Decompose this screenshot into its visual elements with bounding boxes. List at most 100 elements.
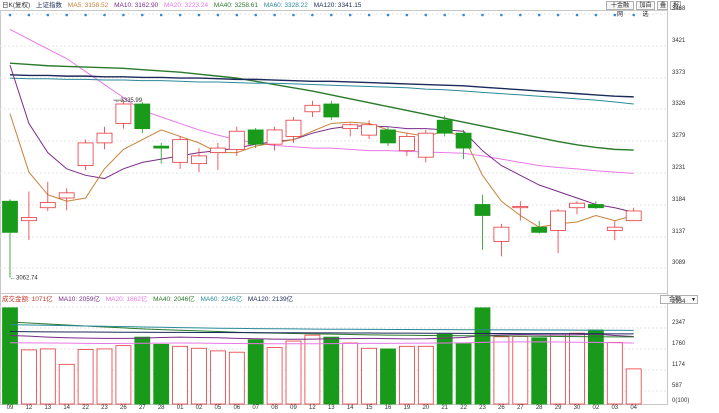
volume-amount-label: 成交金额: 1071亿	[2, 296, 53, 303]
date-label: 26	[498, 405, 505, 411]
event-dot	[27, 13, 31, 17]
date-label: 26	[120, 405, 127, 411]
event-dot	[556, 13, 560, 17]
candle-body	[588, 204, 604, 209]
price-legend: 日K(复权) 上证指数 MA5: 3158.52 MA10: 3162.90 M…	[2, 1, 365, 10]
legend-vol-ma120: MA120: 2139亿	[247, 296, 294, 303]
event-dot	[235, 13, 239, 17]
candle-body	[96, 132, 113, 144]
candle-body	[228, 130, 245, 150]
legend-vol-ma20: MA20: 1862亿	[105, 296, 148, 303]
event-dot	[273, 13, 276, 17]
candle-body	[606, 226, 623, 231]
event-dot	[46, 13, 50, 17]
event-dot	[159, 13, 163, 17]
candle-body	[474, 204, 491, 216]
event-dot	[462, 13, 465, 17]
date-label: 08	[271, 405, 278, 411]
volume-bar	[285, 340, 302, 405]
candle-body	[209, 147, 226, 154]
volume-bar	[247, 339, 264, 405]
candle-body	[191, 155, 207, 165]
date-label: 12	[309, 405, 316, 411]
volume-bar	[361, 347, 378, 405]
indicator-button[interactable]: 十金融网	[606, 1, 634, 18]
date-label: 09	[6, 405, 14, 411]
date-label: 27	[138, 405, 146, 411]
volume-bar	[323, 336, 340, 405]
candle-body	[115, 103, 132, 124]
legend-vol-ma10: MA10: 2059亿	[58, 296, 100, 303]
price-axis-label: 3137	[672, 229, 686, 235]
date-label: 13	[44, 405, 52, 411]
candle-body	[512, 206, 529, 209]
volume-bar	[209, 350, 226, 405]
candle-body	[398, 136, 415, 152]
kline-chart-canvas[interactable]: ←3335.99 ←3062.74	[0, 0, 719, 413]
date-label: 19	[403, 405, 411, 411]
volume-bar	[115, 345, 132, 405]
volume-legend: 成交金额: 1071亿 MA10: 2059亿 MA20: 1862亿 MA40…	[2, 295, 297, 304]
volume-bar	[455, 343, 472, 405]
date-label: 02	[592, 405, 600, 411]
date-label: 30	[573, 405, 581, 411]
volume-axis-label: 2347	[672, 320, 686, 326]
candle-body	[531, 226, 548, 233]
price-axis-label: 3231	[672, 165, 686, 171]
volume-bar	[228, 351, 245, 405]
volume-axis-label: 0(100)	[672, 398, 690, 404]
event-dot	[594, 13, 598, 17]
date-label: 28	[157, 405, 165, 411]
event-dot	[330, 13, 333, 17]
volume-bar	[172, 345, 189, 405]
date-label: 09	[290, 405, 297, 411]
event-dot	[197, 13, 201, 17]
candle-body	[550, 210, 566, 231]
event-dot	[613, 13, 617, 17]
volume-bars	[2, 307, 642, 405]
add-watchlist-button[interactable]: 加自选	[636, 1, 655, 18]
price-ma-lines	[9, 29, 634, 228]
volume-bar	[153, 343, 170, 405]
volume-bar	[588, 329, 604, 405]
date-label: 16	[384, 405, 392, 411]
event-dot	[254, 13, 257, 17]
event-dot	[292, 13, 295, 17]
volume-bar	[380, 348, 396, 405]
event-dot	[386, 13, 390, 17]
candle-body	[493, 226, 510, 242]
date-label: 21	[441, 405, 449, 411]
volume-bar	[304, 334, 321, 405]
volume-bar	[191, 347, 207, 405]
volume-bar	[77, 349, 94, 405]
volume-bar	[58, 363, 75, 405]
date-label: 27	[516, 405, 524, 411]
volume-bar	[569, 332, 585, 405]
volume-bar	[39, 348, 56, 405]
event-dot	[481, 13, 484, 17]
volume-axis-label: 587	[672, 383, 683, 389]
date-label: 23	[479, 405, 486, 411]
date-label: 03	[611, 405, 619, 411]
date-label: 20	[422, 405, 430, 411]
event-dot	[141, 13, 144, 17]
volume-bar	[606, 341, 623, 405]
date-label: 05	[214, 405, 222, 411]
event-dot	[216, 13, 220, 17]
candle-body	[153, 145, 170, 149]
volume-axis-label: 2934	[672, 299, 686, 305]
event-dot	[575, 13, 579, 17]
price-axis-label: 3326	[672, 101, 686, 107]
volume-axis-label: 1760	[672, 341, 686, 347]
volume-bar	[436, 333, 453, 405]
candle-body	[304, 104, 321, 113]
event-dot	[443, 13, 447, 17]
price-axis-label: 3184	[672, 197, 686, 203]
ma20-line	[9, 29, 634, 174]
price-axis-label: 3279	[672, 133, 686, 139]
event-dot	[519, 13, 522, 17]
overlay-button[interactable]: 叠	[657, 1, 668, 10]
candle-body	[266, 129, 283, 145]
date-label: 01	[176, 405, 184, 411]
event-dot	[500, 13, 503, 17]
